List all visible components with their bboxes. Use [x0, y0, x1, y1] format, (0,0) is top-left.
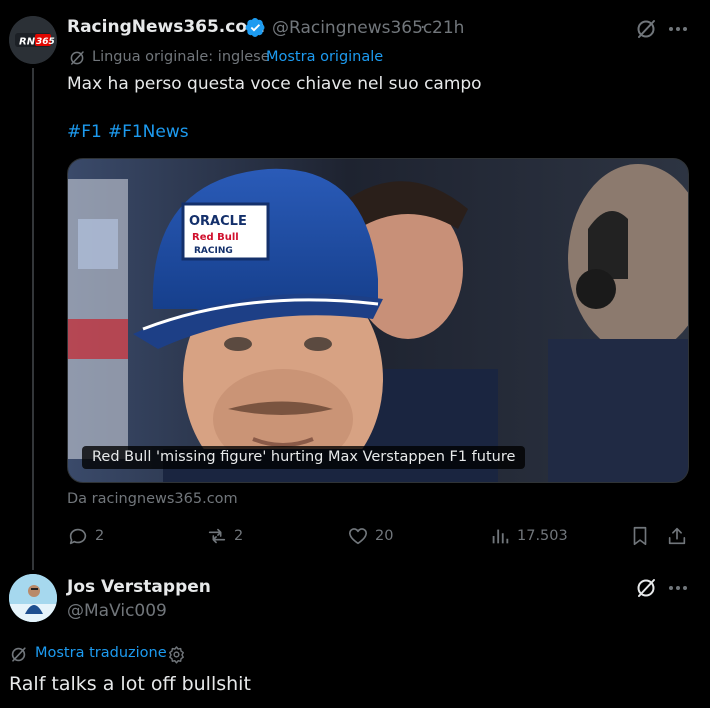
original-language-label: Lingua originale: inglese — [92, 49, 270, 65]
show-original-link[interactable]: Mostra originale — [266, 49, 383, 65]
tweet-text: Max ha perso questa voce chiave nel suo … — [67, 74, 482, 94]
cap-text-racing: RACING — [194, 246, 233, 256]
bookmark-icon — [629, 525, 651, 547]
like-count: 20 — [375, 528, 394, 544]
like-button[interactable]: 20 — [347, 524, 393, 548]
author-avatar[interactable]: RN 365 — [9, 16, 57, 64]
translate-icon — [68, 49, 86, 67]
reply-icon — [67, 525, 89, 547]
grok-icon[interactable] — [634, 17, 658, 41]
grok-icon[interactable] — [634, 576, 658, 600]
hashtag-link[interactable]: #F1 — [67, 122, 102, 142]
verified-badge-icon[interactable] — [245, 17, 266, 38]
cap-text-redbull: Red Bull — [192, 232, 239, 243]
author-name[interactable]: RacingNews365.com — [67, 17, 265, 37]
hashtags: #F1 #F1News — [67, 122, 189, 142]
views-count: 17.503 — [517, 528, 568, 544]
reply-count: 2 — [95, 528, 105, 544]
repost-button[interactable]: 2 — [206, 524, 243, 548]
reply-text: Ralf talks a lot off bullshit — [9, 673, 251, 695]
more-icon[interactable] — [666, 576, 690, 600]
translate-icon — [9, 645, 28, 664]
svg-text:365: 365 — [36, 37, 55, 47]
image-caption: Red Bull 'missing figure' hurting Max Ve… — [82, 446, 526, 469]
cap-text-oracle: ORACLE — [189, 214, 247, 229]
gear-icon[interactable] — [167, 645, 186, 664]
tweet-image[interactable]: ORACLE Red Bull RACING — [67, 158, 689, 483]
views-button[interactable]: 17.503 — [489, 524, 568, 548]
logo-text: RN — [19, 37, 36, 48]
reply-author-handle[interactable]: @MaVic009 — [67, 601, 167, 621]
repost-count: 2 — [234, 528, 244, 544]
thread-line — [32, 68, 34, 570]
author-handle[interactable]: @Racingnews365c — [272, 18, 432, 38]
more-icon[interactable] — [666, 17, 690, 41]
tweet-time[interactable]: 21h — [432, 18, 464, 38]
repost-icon — [206, 525, 228, 547]
like-icon — [347, 525, 369, 547]
bookmark-button[interactable] — [629, 524, 651, 548]
reply-author-name[interactable]: Jos Verstappen — [67, 577, 211, 597]
share-icon — [666, 525, 688, 547]
link-source[interactable]: Da racingnews365.com — [67, 491, 238, 507]
reply-author-avatar[interactable] — [9, 574, 57, 622]
hashtag-link[interactable]: #F1News — [108, 122, 189, 142]
reply-button[interactable]: 2 — [67, 524, 104, 548]
separator-dot: · — [420, 18, 426, 38]
show-translation-link[interactable]: Mostra traduzione — [35, 645, 167, 661]
views-icon — [489, 525, 511, 547]
share-button[interactable] — [666, 524, 688, 548]
